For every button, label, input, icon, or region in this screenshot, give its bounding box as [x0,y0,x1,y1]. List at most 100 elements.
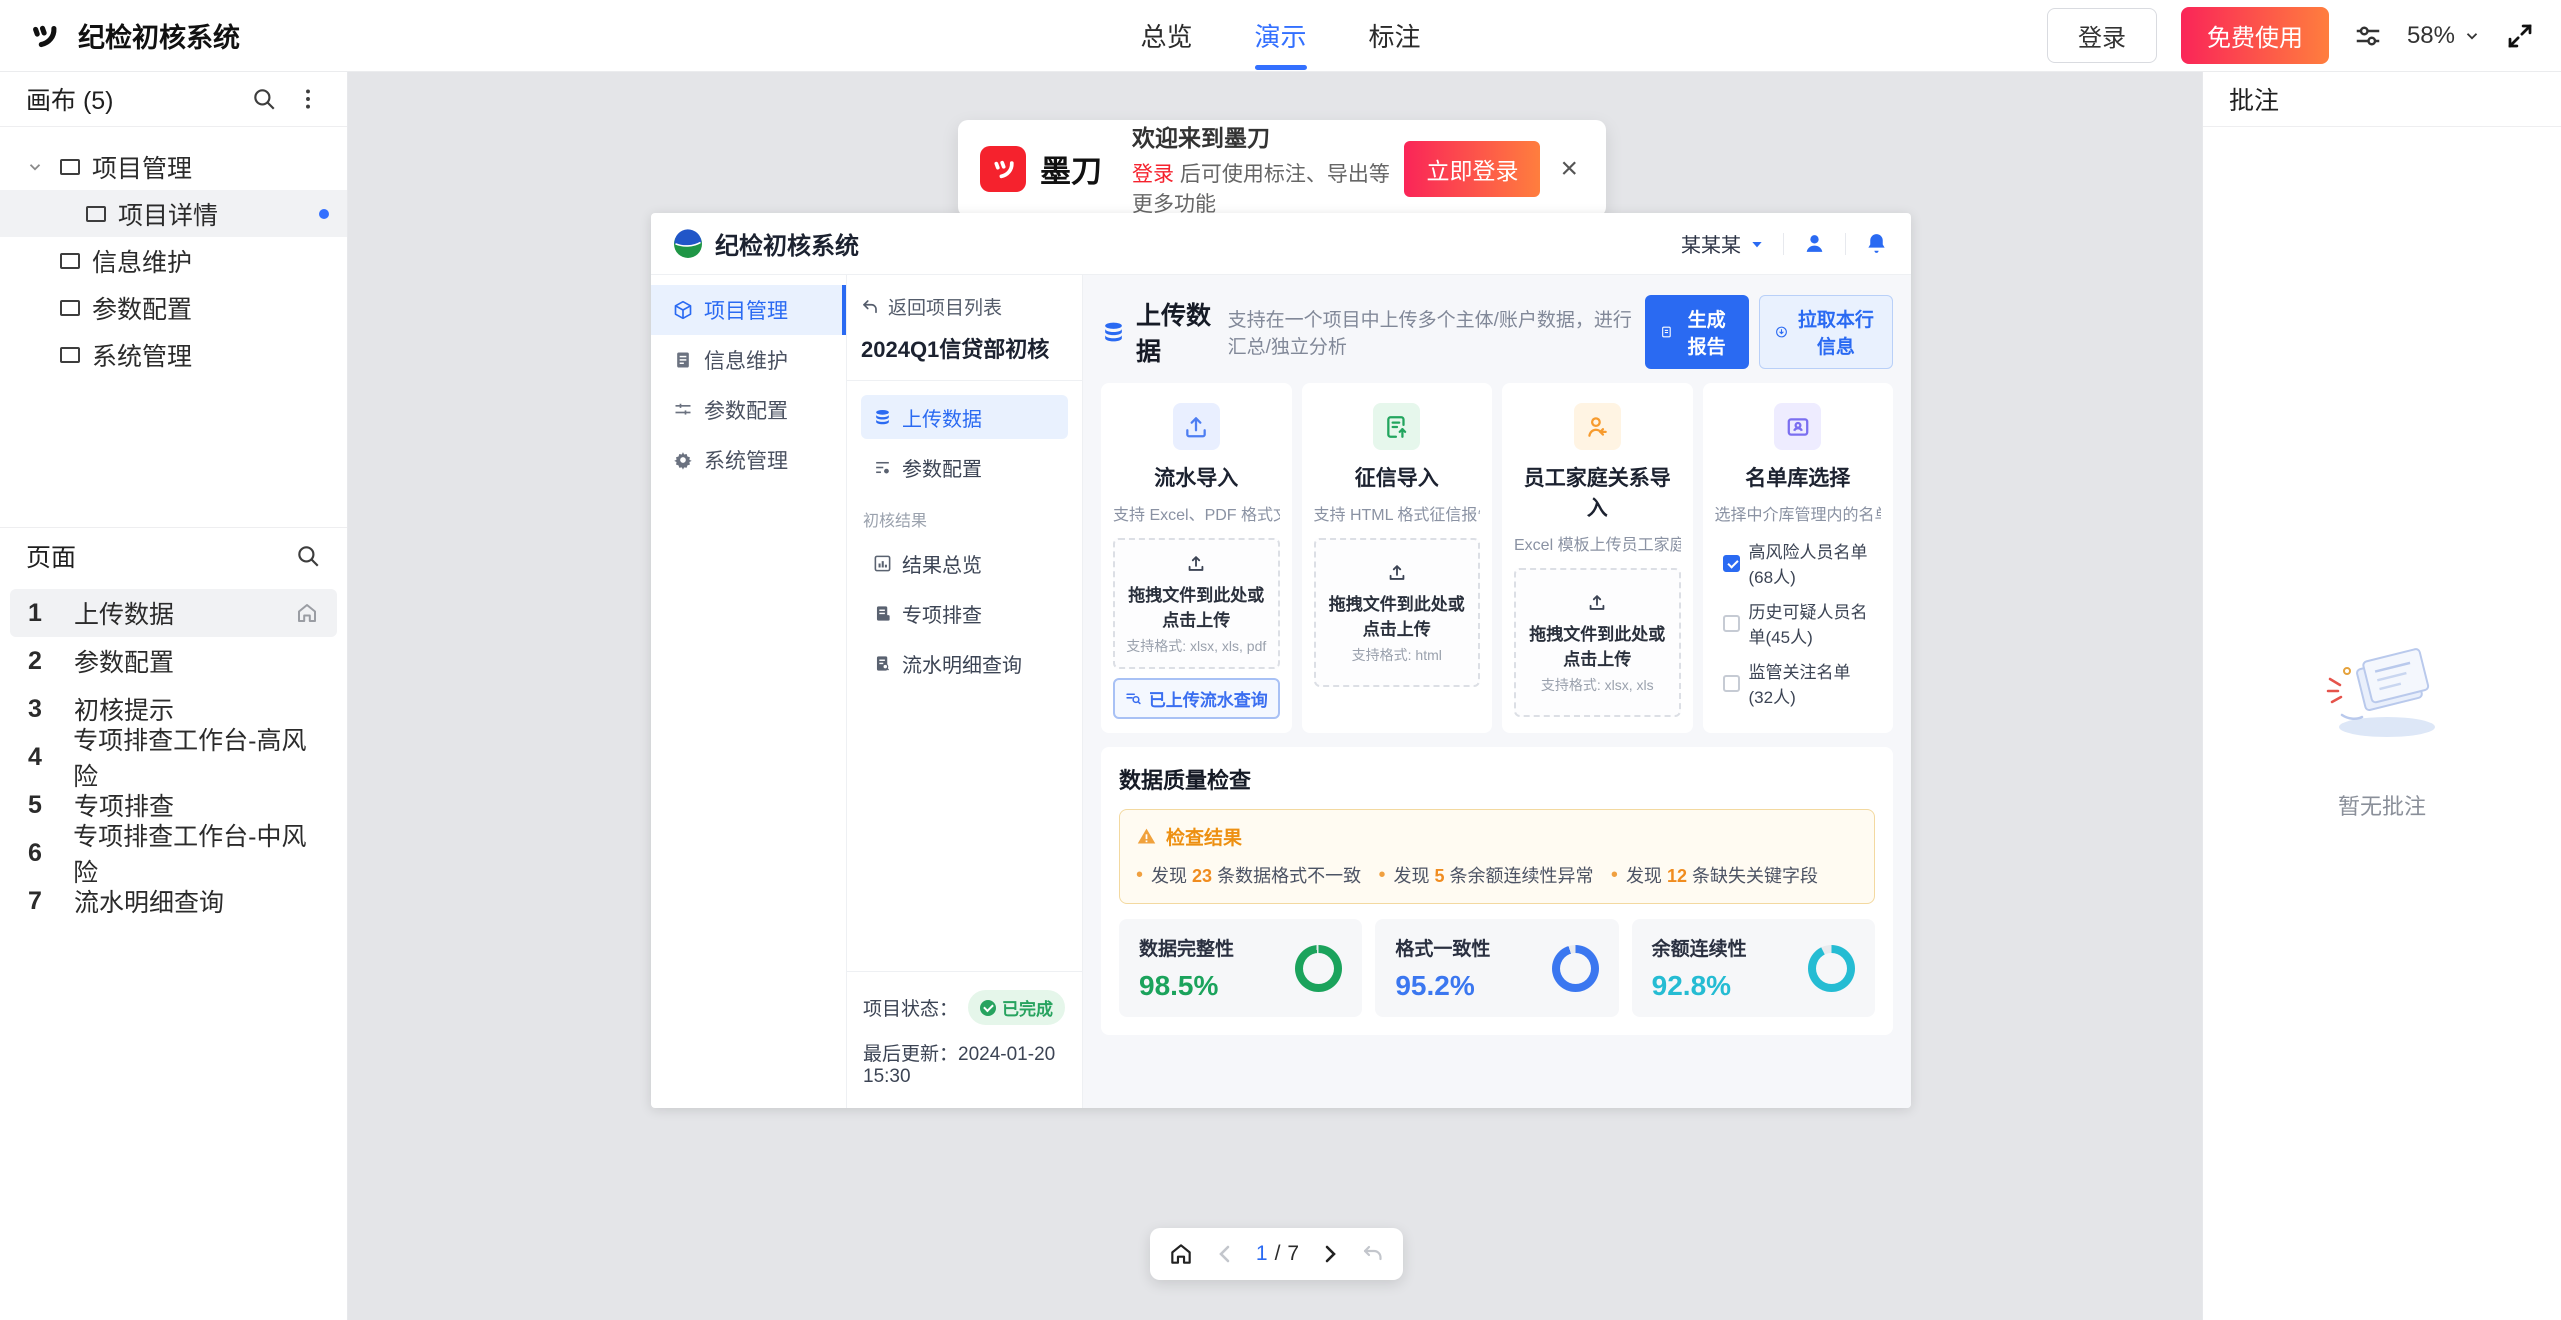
canvas-search-icon[interactable] [251,86,277,112]
database-icon [873,408,892,427]
fullscreen-icon[interactable] [2505,21,2535,51]
pages-panel-title: 页面 [26,538,76,574]
tab-annotate[interactable]: 标注 [1367,3,1423,68]
card-title: 流水导入 [1113,462,1280,492]
tree-item-parameter-config[interactable]: 参数配置 [0,284,347,331]
donut-chart [1808,945,1855,992]
page-number: 3 [28,695,46,724]
frame-icon [60,347,80,363]
tree-item-label: 系统管理 [92,337,192,373]
nav-item-system-management[interactable]: 系统管理 [651,435,846,485]
tree-item-project-management[interactable]: 项目管理 [0,143,347,190]
restart-icon[interactable] [1361,1242,1385,1266]
download-circle-icon [1775,323,1788,341]
mockup-primary-nav: 项目管理 信息维护 [651,275,847,1108]
quality-title: 数据质量检查 [1119,763,1875,795]
finding-item: •发现 12 条缺失关键字段 [1611,862,1818,888]
zoom-level: 58% [2407,22,2455,50]
tab-overview[interactable]: 总览 [1138,3,1194,68]
card-title: 名单库选择 [1715,462,1882,492]
login-button[interactable]: 登录 [2047,8,2157,63]
mockup-project-sidebar: 返回项目列表 2024Q1信贷部初核 上传数据 [847,275,1083,1108]
user-dropdown[interactable]: 某某某 [1681,229,1765,258]
tree-item-system-management[interactable]: 系统管理 [0,331,347,378]
prototype-page: 纪检初核系统 某某某 [651,213,1911,1108]
nav-item-project-management[interactable]: 项目管理 [651,285,846,335]
settings-sliders-icon[interactable] [2353,21,2383,51]
frame-icon [60,159,80,175]
page-item[interactable]: 4 专项排查工作台-高风险 [10,733,337,781]
metric-format-consistency: 格式一致性 95.2% [1375,919,1618,1017]
side-item-result-overview[interactable]: 结果总览 [861,541,1068,585]
side-item-upload-data[interactable]: 上传数据 [861,395,1068,439]
zoom-control[interactable]: 58% [2407,22,2481,50]
section-title: 上传数据 [1136,296,1216,368]
chevron-down-icon [2463,27,2481,45]
generate-report-button[interactable]: 生成报告 [1645,295,1749,369]
back-to-project-list[interactable]: 返回项目列表 [861,293,1068,320]
side-item-flow-detail-query[interactable]: 流水明细查询 [861,641,1068,685]
report-icon [1660,323,1673,341]
side-item-label: 结果总览 [902,549,982,578]
tree-item-info-maintenance[interactable]: 信息维护 [0,237,347,284]
database-icon [1101,320,1126,345]
chevron-down-icon[interactable] [26,158,48,176]
checkbox[interactable] [1723,615,1740,632]
side-item-special-check[interactable]: 专项排查 [861,591,1068,635]
next-page-icon[interactable] [1318,1242,1342,1266]
tree-item-label: 信息维护 [92,243,192,279]
checkbox[interactable] [1723,675,1740,692]
option-regulator-watch[interactable]: 监管关注名单(32人) [1723,658,1874,708]
dropzone-family[interactable]: 拖拽文件到此处或点击上传 支持格式: xlsx, xls [1514,568,1681,717]
page-item[interactable]: 2 参数配置 [10,637,337,685]
side-item-label: 上传数据 [902,403,982,432]
option-history-suspect[interactable]: 历史可疑人员名单(45人) [1723,598,1874,648]
option-high-risk[interactable]: 高风险人员名单(68人) [1723,538,1874,588]
presentation-pager: 1 / 7 [1150,1228,1403,1280]
page-label: 专项排查工作台-高风险 [73,721,319,793]
prev-page-icon[interactable] [1213,1242,1237,1266]
project-title: 2024Q1信贷部初核 [861,332,1068,364]
canvas-more-icon[interactable] [295,86,321,112]
id-card-icon [1774,403,1821,450]
tree-item-project-detail[interactable]: 项目详情 [0,190,347,237]
page-item[interactable]: 6 专项排查工作台-中风险 [10,829,337,877]
modao-brand-icon [980,146,1026,192]
dropzone-flow[interactable]: 拖拽文件到此处或点击上传 支持格式: xlsx, xls, pdf [1113,538,1280,669]
checkbox[interactable] [1723,555,1740,572]
home-icon[interactable] [1168,1241,1194,1267]
gear-icon [673,450,693,470]
banner-login-link[interactable]: 登录 [1132,163,1174,186]
tree-item-label: 项目管理 [92,149,192,185]
pages-list: 1 上传数据 2 参数配置 3 初核提示 4 [0,583,347,931]
tab-present[interactable]: 演示 [1252,3,1308,68]
close-icon[interactable]: × [1554,152,1584,186]
frame-icon [60,253,80,269]
toolbar-actions: 登录 免费使用 58% [2047,7,2535,64]
banner-title: 欢迎来到墨刀 [1132,119,1390,153]
annotation-panel: 批注 暂无批注 [2202,72,2561,1320]
page-item[interactable]: 1 上传数据 [10,589,337,637]
cube-icon [673,300,693,320]
welcome-banner: 墨刀 欢迎来到墨刀 登录 后可使用标注、导出等更多功能 立即登录 × [958,120,1606,217]
pages-search-icon[interactable] [295,543,321,569]
side-item-parameter-config[interactable]: 参数配置 [861,445,1068,489]
uploaded-flow-query-button[interactable]: 已上传流水查询 [1113,678,1280,719]
user-icon[interactable] [1802,231,1827,256]
back-arrow-icon [861,298,879,316]
annotation-panel-title: 批注 [2229,81,2279,117]
page-label: 上传数据 [74,595,174,631]
donut-chart [1552,945,1599,992]
nav-item-parameter-config[interactable]: 参数配置 [651,385,846,435]
dropzone-credit[interactable]: 拖拽文件到此处或点击上传 支持格式: html [1314,538,1481,687]
bell-icon[interactable] [1864,231,1889,256]
nav-item-info-maintenance[interactable]: 信息维护 [651,335,846,385]
free-use-button[interactable]: 免费使用 [2181,7,2329,64]
presentation-canvas: 墨刀 欢迎来到墨刀 登录 后可使用标注、导出等更多功能 立即登录 × 纪检初核系… [348,72,2202,1320]
list-select-card: 名单库选择 选择中介库管理内的名单 高风险人员名单(68人) 历史可疑人员名单(… [1703,383,1894,733]
mockup-header: 纪检初核系统 某某某 [651,213,1911,275]
side-item-label: 参数配置 [902,453,982,482]
fetch-bank-info-button[interactable]: 拉取本行信息 [1759,295,1893,369]
login-now-button[interactable]: 立即登录 [1404,141,1540,197]
data-quality-card: 数据质量检查 检查结果 •发现 23 条数据格式不一致 •发现 5 条余额连续性… [1101,747,1893,1035]
